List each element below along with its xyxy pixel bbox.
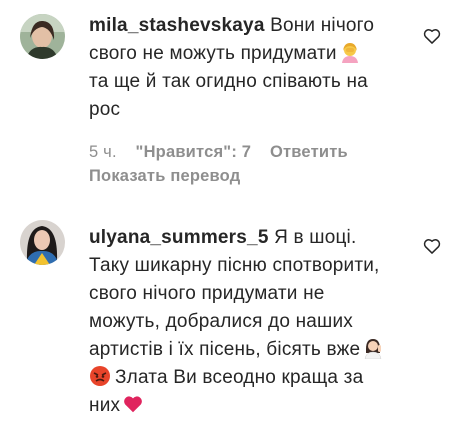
show-translation-button[interactable]: Показать перевод: [89, 167, 240, 186]
woman-facepalming-emoji: [339, 41, 361, 63]
like-heart-icon[interactable]: [422, 236, 442, 256]
comment-time[interactable]: 5 ч.: [89, 143, 117, 161]
comment-text-block: ulyana_summers_5 Я в шоці. Таку шикарну …: [89, 224, 399, 420]
like-heart-icon[interactable]: [422, 26, 442, 46]
comment-meta: 5 ч. "Нравится": 7 Ответить: [89, 143, 348, 162]
comment-text-continued: та ще й так огидно співають на рос: [89, 71, 368, 120]
reply-button[interactable]: Ответить: [270, 143, 348, 161]
woman-raising-hand-emoji: [362, 337, 384, 360]
comment-username[interactable]: mila_stashevskaya: [89, 15, 265, 36]
likes-count-link[interactable]: "Нравится": 7: [136, 143, 252, 161]
red-heart-emoji: [122, 393, 144, 415]
angry-face-emoji: [89, 365, 111, 387]
avatar[interactable]: [20, 14, 65, 59]
comment-username[interactable]: ulyana_summers_5: [89, 227, 269, 248]
comment-text-block: mila_stashevskaya Вони нічого свого не м…: [89, 12, 399, 124]
avatar[interactable]: [20, 220, 65, 265]
